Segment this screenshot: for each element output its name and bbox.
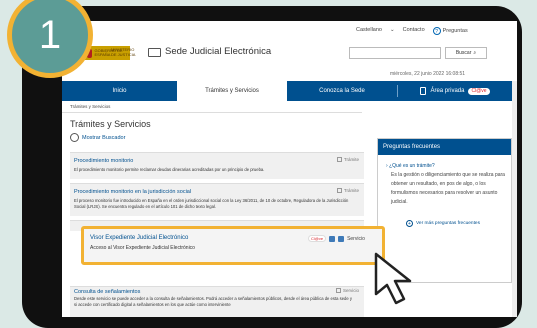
item-type-label: Trámite bbox=[343, 188, 359, 193]
nav-item-inicio[interactable]: Inicio bbox=[62, 81, 177, 101]
list-item[interactable]: Procedimiento monitorio en la jurisdicci… bbox=[70, 183, 364, 216]
item-type-label: Trámite bbox=[343, 157, 359, 162]
nav-item-conozca[interactable]: Conozca la Sede bbox=[287, 81, 397, 101]
magnifier-icon bbox=[70, 133, 79, 142]
plus-icon: + bbox=[406, 220, 413, 227]
chevron-down-icon[interactable]: ⌄ bbox=[390, 27, 395, 35]
more-faq-label: Ver más preguntas frecuentes bbox=[416, 221, 480, 226]
show-search-label: Mostrar Buscador bbox=[82, 134, 126, 141]
search-icon: ⌕ bbox=[473, 50, 477, 56]
highlighted-item-visor[interactable]: Visor Expediente Judicial Electrónico Ac… bbox=[81, 226, 385, 265]
item-type-label: Servicio bbox=[342, 288, 359, 293]
item-type-tag: Cl@ve Servicio bbox=[308, 235, 365, 242]
item-title[interactable]: Consulta de señalamientos bbox=[74, 289, 140, 295]
list-item[interactable]: Procedimiento monitorio El procedimiento… bbox=[70, 152, 364, 179]
item-type-label: Servicio bbox=[347, 235, 365, 242]
breadcrumb[interactable]: Trámites y Servicios bbox=[70, 104, 110, 109]
document-icon bbox=[338, 235, 345, 242]
nav-item-tramites[interactable]: Trámites y Servicios bbox=[177, 81, 287, 101]
faq-heading: Preguntas frecuentes bbox=[378, 139, 511, 155]
faq-question-label: ¿Qué es un trámite? bbox=[389, 163, 435, 169]
item-description: El procedimiento monitorio permite recla… bbox=[74, 167, 265, 172]
page-title: Trámites y Servicios bbox=[70, 119, 151, 129]
faq-link-label: Preguntas bbox=[442, 28, 468, 34]
site-title[interactable]: Sede Judicial Electrónica bbox=[165, 46, 271, 57]
search-area: Buscar ⌕ bbox=[349, 47, 509, 61]
step-number: 1 bbox=[38, 12, 62, 57]
item-title[interactable]: Procedimiento monitorio en la jurisdicci… bbox=[74, 189, 191, 195]
document-icon bbox=[336, 188, 342, 193]
browser-screen: GOBIERNO DE ESPAÑA MINISTERIO DE JUSTICI… bbox=[62, 21, 517, 317]
faq-question[interactable]: › ¿Qué es un trámite? bbox=[386, 163, 435, 169]
pointer-cursor-icon bbox=[374, 252, 412, 305]
item-description: Desde este servicio se puede acceder a l… bbox=[74, 296, 352, 307]
more-faq-link[interactable]: + Ver más preguntas frecuentes bbox=[406, 220, 480, 227]
site-header: GOBIERNO DE ESPAÑA MINISTERIO DE JUSTICI… bbox=[62, 21, 517, 81]
show-search-button[interactable]: Mostrar Buscador bbox=[70, 133, 125, 142]
item-description: Acceso al Visor Expediente Judicial Elec… bbox=[90, 245, 195, 251]
faq-answer: Es la gestión o diligenciamiento que se … bbox=[391, 172, 505, 205]
lock-icon bbox=[420, 87, 427, 95]
contact-link[interactable]: Contacto bbox=[403, 27, 425, 35]
language-selector[interactable]: Castellano bbox=[356, 27, 382, 35]
help-icon: ? bbox=[432, 27, 441, 35]
nav-divider bbox=[397, 85, 398, 97]
search-button[interactable]: Buscar ⌕ bbox=[445, 47, 487, 59]
nav-item-area-privada[interactable]: Área privada Cl@ve bbox=[400, 81, 510, 101]
main-nav: Inicio Trámites y Servicios Conozca la S… bbox=[62, 81, 517, 101]
item-title[interactable]: Visor Expediente Judicial Electrónico bbox=[90, 235, 188, 241]
utility-links: Castellano ⌄ Contacto ? Preguntas bbox=[356, 27, 468, 35]
clave-badge: Cl@ve bbox=[468, 87, 490, 95]
item-description: El proceso monitorio fue introducido en … bbox=[74, 198, 349, 209]
item-type-tag: Servicio bbox=[335, 288, 359, 293]
sede-icon bbox=[148, 48, 161, 57]
scrollbar[interactable] bbox=[512, 81, 517, 317]
datetime: miércoles, 22 junio 2022 16:08:51 bbox=[390, 71, 466, 77]
logo-text-ministerio: MINISTERIO DE JUSTICIA bbox=[111, 47, 136, 57]
item-title[interactable]: Procedimiento monitorio bbox=[74, 158, 133, 164]
item-type-tag: Trámite bbox=[336, 188, 359, 193]
list-item[interactable]: Consulta de señalamientos Desde este ser… bbox=[70, 286, 364, 317]
faq-link[interactable]: ? Preguntas bbox=[432, 27, 468, 35]
document-icon bbox=[335, 288, 341, 293]
document-icon bbox=[336, 157, 342, 162]
divider bbox=[62, 112, 362, 113]
nav-item-area-privada-label: Área privada bbox=[430, 88, 465, 94]
certificate-icon bbox=[329, 235, 336, 242]
search-button-label: Buscar bbox=[455, 50, 472, 56]
item-type-tag: Trámite bbox=[336, 157, 359, 162]
search-input[interactable] bbox=[349, 47, 441, 59]
clave-badge: Cl@ve bbox=[308, 235, 327, 242]
